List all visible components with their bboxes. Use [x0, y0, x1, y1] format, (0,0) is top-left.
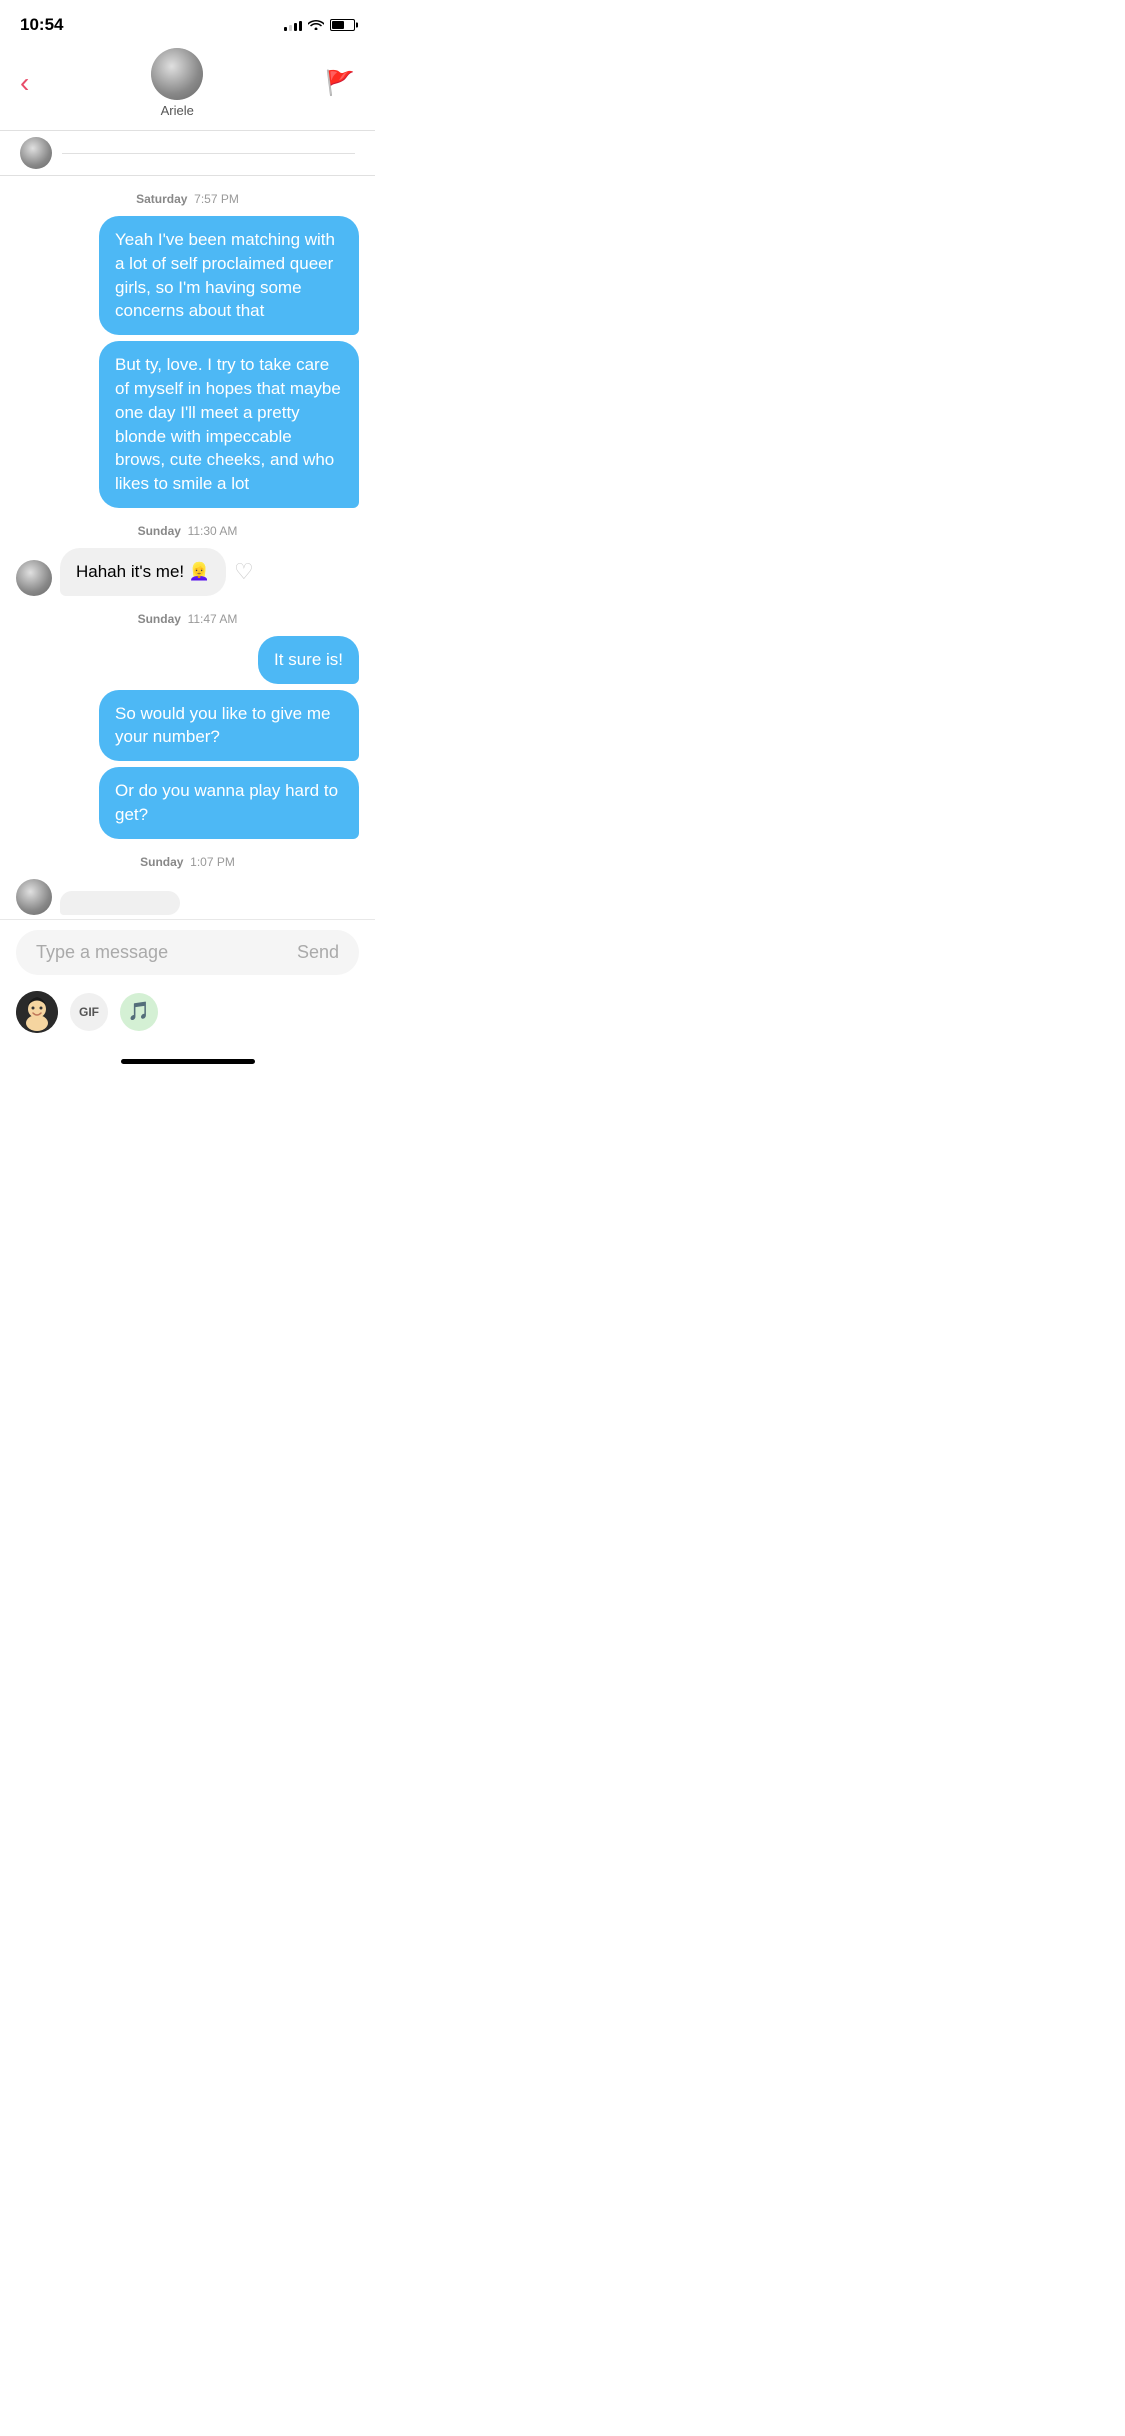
prev-avatar [20, 137, 52, 169]
send-button[interactable]: Send [297, 942, 339, 963]
flag-button[interactable]: 🚩 [325, 69, 355, 98]
status-time: 10:54 [20, 15, 63, 35]
input-area: Type a message Send GIF 🎵 [0, 919, 375, 1051]
wifi-icon [308, 18, 324, 33]
chat-header: ‹ Ariele 🚩 [0, 44, 375, 131]
header-avatar [151, 48, 203, 100]
user-avatar [16, 991, 58, 1033]
music-button[interactable]: 🎵 [120, 993, 158, 1031]
status-bar: 10:54 [0, 0, 375, 44]
message-placeholder: Type a message [36, 942, 297, 963]
received-avatar [16, 879, 52, 915]
message-row: But ty, love. I try to take care of myse… [16, 341, 359, 508]
prev-messages-bar [0, 131, 375, 176]
heart-button[interactable]: ♡ [234, 559, 254, 585]
home-bar [121, 1059, 255, 1064]
message-input-row[interactable]: Type a message Send [16, 930, 359, 975]
message-row: Hahah it's me! 👱‍♀️ ♡ [16, 548, 359, 596]
status-icons [284, 18, 355, 33]
message-bubble: But ty, love. I try to take care of myse… [99, 341, 359, 508]
message-bubble: It sure is! [258, 636, 359, 684]
message-bubble: Yeah I've been matching with a lot of se… [99, 216, 359, 335]
gif-button[interactable]: GIF [70, 993, 108, 1031]
message-bubble: Hahah it's me! 👱‍♀️ [60, 548, 226, 596]
header-profile[interactable]: Ariele [151, 48, 203, 118]
message-row: Or do you wanna play hard to get? [16, 767, 359, 839]
back-button[interactable]: ‹ [20, 69, 29, 97]
message-row-partial [16, 879, 359, 915]
message-row: Yeah I've been matching with a lot of se… [16, 216, 359, 335]
message-bubble-partial [60, 891, 180, 915]
prev-line-divider [62, 153, 355, 154]
battery-icon [330, 19, 355, 31]
chat-area: Saturday 7:57 PM Yeah I've been matching… [0, 192, 375, 915]
message-bubble: So would you like to give me your number… [99, 690, 359, 762]
timestamp-sunday-107pm: Sunday 1:07 PM [16, 855, 359, 869]
timestamp-sunday-1130am: Sunday 11:30 AM [16, 524, 359, 538]
message-row: So would you like to give me your number… [16, 690, 359, 762]
message-bubble: Or do you wanna play hard to get? [99, 767, 359, 839]
music-note-icon: 🎵 [128, 1001, 150, 1022]
received-avatar [16, 560, 52, 596]
message-row: It sure is! [16, 636, 359, 684]
toolbar: GIF 🎵 [16, 987, 359, 1041]
signal-icon [284, 19, 302, 31]
header-name: Ariele [161, 103, 194, 118]
timestamp-saturday-757pm: Saturday 7:57 PM [16, 192, 359, 206]
home-indicator [0, 1051, 375, 1070]
timestamp-sunday-1147am: Sunday 11:47 AM [16, 612, 359, 626]
